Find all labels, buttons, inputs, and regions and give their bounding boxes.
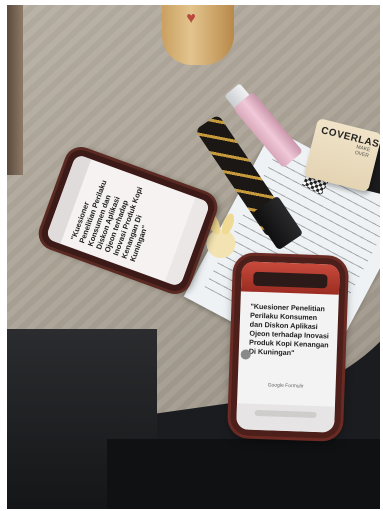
dark-floor-bottom xyxy=(107,439,380,509)
phone-right-form-title: "Kuesioner Penelitian Perilaku Konsumen … xyxy=(248,301,330,358)
heart-logo-icon: ♥ xyxy=(186,10,196,27)
phone-right-header xyxy=(240,261,340,295)
phone-right-footer: Google Formulir xyxy=(267,382,304,390)
phone-right: "Kuesioner Penelitian Perilaku Konsumen … xyxy=(229,255,347,439)
phone-right-header-banner xyxy=(253,271,328,289)
photo: ♥ COVERLAST MAKE OVER "Kuesioner Penelit… xyxy=(7,5,380,509)
bunny-keychain xyxy=(203,211,239,259)
coffee-cup: ♥ xyxy=(162,5,234,65)
chair-edge xyxy=(7,5,23,175)
phone-left-form-title: "Kuesioner Penelitian Perilaku Konsumen … xyxy=(68,178,150,263)
assistive-touch-icon xyxy=(240,349,251,360)
phone-right-screen: "Kuesioner Penelitian Perilaku Konsumen … xyxy=(236,261,340,433)
url-bar xyxy=(254,409,317,419)
phone-right-bottom-bar xyxy=(236,403,335,433)
